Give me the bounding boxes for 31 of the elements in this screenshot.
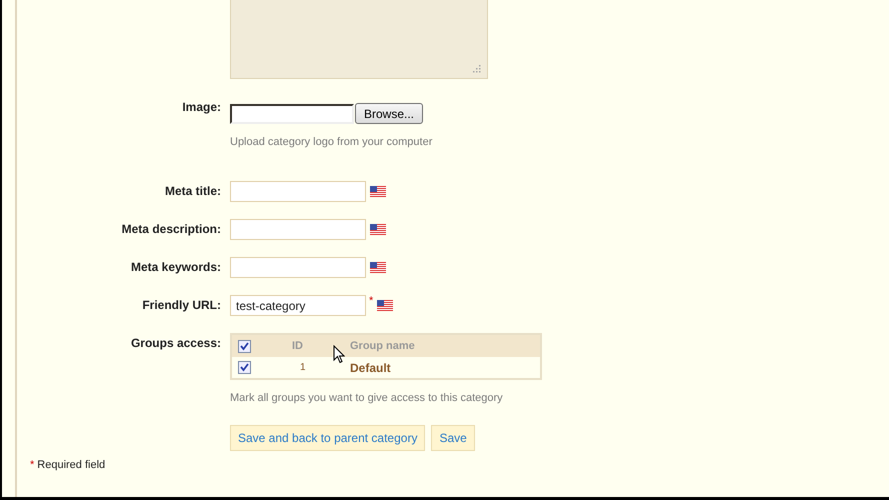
text-field[interactable]: test-category [230, 295, 366, 316]
field-label: Meta description: [122, 222, 221, 236]
text-field[interactable] [230, 181, 366, 202]
us-flag-icon [370, 186, 386, 197]
checkbox[interactable] [238, 340, 251, 352]
description-textarea[interactable] [230, 0, 488, 79]
field-label: Meta title: [164, 184, 221, 198]
save-button[interactable]: Save [431, 425, 475, 451]
field-label: Groups access: [130, 336, 221, 350]
text-field[interactable] [230, 219, 366, 240]
field-label: Friendly URL: [142, 298, 221, 312]
file-input[interactable] [230, 104, 354, 124]
us-flag-icon [370, 224, 386, 235]
field-label: Meta keywords: [130, 260, 221, 274]
column-header: ID [292, 340, 304, 352]
save-button[interactable]: Save and back to parent category [230, 425, 426, 451]
hint-text: Mark all groups you want to give access to this category [230, 392, 504, 404]
us-flag-icon [370, 262, 386, 273]
us-flag-icon [377, 300, 394, 311]
resize-grip-icon[interactable] [471, 63, 481, 73]
column-header: Group name [350, 340, 415, 352]
required-note: * Required field [30, 459, 106, 471]
table-cell: Default [350, 360, 391, 374]
browse-button[interactable]: Browse... [355, 103, 424, 124]
hint-text: Upload category logo from your computer [230, 136, 432, 148]
field-label: Image: [182, 100, 221, 114]
checkbox[interactable] [238, 361, 251, 374]
table-cell-text: 1 [299, 362, 307, 373]
cursor-icon [333, 345, 345, 364]
text-field[interactable] [230, 257, 366, 278]
required-mark: * [369, 295, 374, 307]
